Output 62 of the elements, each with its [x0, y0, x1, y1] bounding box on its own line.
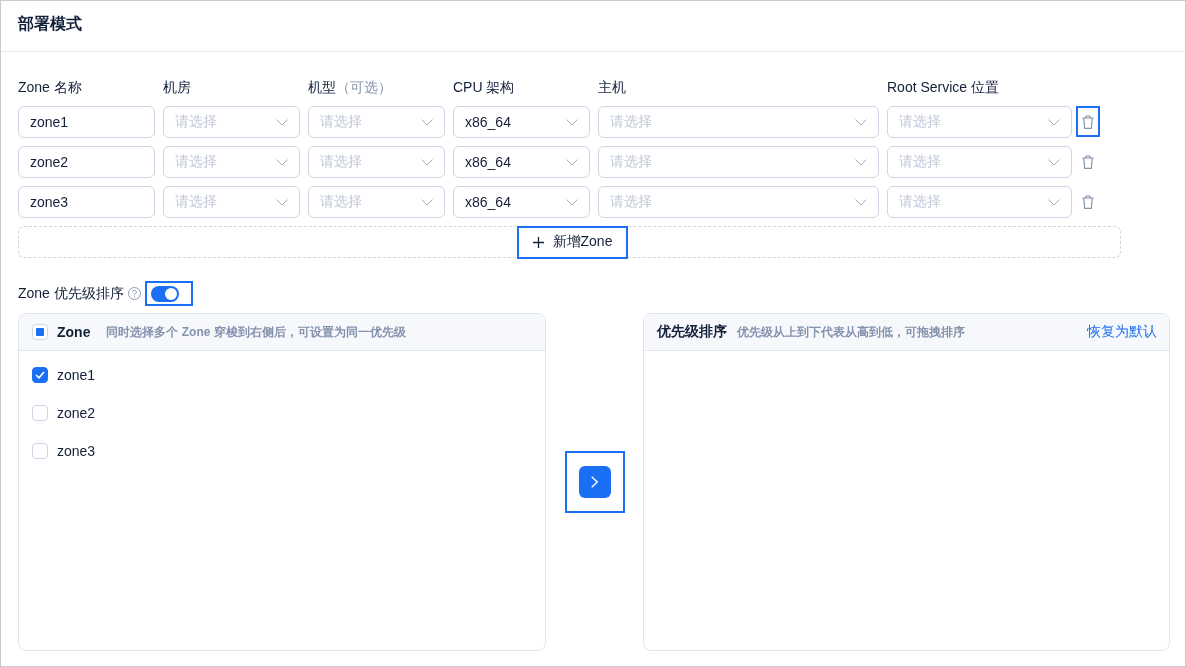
select-field[interactable]: 请选择 [887, 146, 1072, 178]
toggle-switch[interactable] [150, 285, 179, 302]
chevron-down-icon [421, 198, 433, 206]
select-field[interactable]: 请选择 [308, 106, 445, 138]
column-label: 机型 [308, 79, 336, 95]
select-field[interactable]: 请选择 [598, 186, 879, 218]
select-field[interactable]: x86_64 [453, 106, 590, 138]
trash-icon [1082, 194, 1094, 209]
reset-link[interactable]: 恢复为默认 [1087, 323, 1157, 341]
column-label: CPU 架构 [453, 79, 515, 95]
select-field[interactable]: 请选择 [598, 106, 879, 138]
panel-hint: 同时选择多个 Zone 穿梭到右侧后，可设置为同一优先级 [106, 323, 406, 341]
transfer-button[interactable] [578, 466, 611, 498]
optional-note: （可选） [336, 79, 392, 95]
text-input[interactable]: zone1 [18, 106, 155, 138]
chevron-down-icon [421, 118, 433, 126]
page-title: 部署模式 [18, 14, 82, 34]
chevron-down-icon [855, 198, 867, 206]
zone-list-item[interactable]: zone1 [57, 367, 96, 383]
select-field[interactable]: x86_64 [453, 146, 590, 178]
help-icon [127, 287, 141, 300]
select-field[interactable]: 请选择 [163, 106, 300, 138]
chevron-down-icon [566, 158, 578, 166]
select-field[interactable]: 请选择 [163, 146, 300, 178]
select-field[interactable]: 请选择 [163, 186, 300, 218]
zone-list-item[interactable]: zone2 [57, 405, 96, 421]
trash-icon [1082, 154, 1094, 169]
select-field[interactable]: 请选择 [308, 146, 445, 178]
column-label: Zone 名称 [18, 79, 82, 95]
column-label: 机房 [163, 79, 191, 95]
checkbox[interactable] [32, 367, 48, 383]
select-field[interactable]: x86_64 [453, 186, 590, 218]
add-zone-button[interactable]: 新增Zone [516, 225, 629, 259]
trash-icon [1082, 114, 1094, 129]
select-field[interactable]: 请选择 [887, 106, 1072, 138]
chevron-right-icon [591, 476, 598, 488]
chevron-down-icon [566, 118, 578, 126]
chevron-down-icon [276, 158, 288, 166]
chevron-down-icon [1048, 198, 1060, 206]
panel-title: Zone [57, 324, 91, 340]
panel-title: 优先级排序 [657, 323, 727, 341]
delete-button[interactable] [1076, 106, 1100, 137]
chevron-down-icon [276, 118, 288, 126]
column-label: Root Service 位置 [887, 79, 1000, 95]
chevron-down-icon [1048, 158, 1060, 166]
plus-icon [532, 236, 544, 248]
chevron-down-icon [421, 158, 433, 166]
chevron-down-icon [566, 198, 578, 206]
toggle-label: Zone 优先级排序 [18, 284, 124, 303]
zone-list-item[interactable]: zone3 [57, 443, 96, 459]
panel-hint: 优先级从上到下代表从高到低，可拖拽排序 [737, 323, 965, 341]
text-input[interactable]: zone3 [18, 186, 155, 218]
select-field[interactable]: 请选择 [598, 146, 879, 178]
chevron-down-icon [855, 118, 867, 126]
chevron-down-icon [276, 198, 288, 206]
select-field[interactable]: 请选择 [308, 186, 445, 218]
checkmark-icon [35, 371, 45, 379]
column-label: 主机 [598, 79, 626, 95]
chevron-down-icon [855, 158, 867, 166]
text-input[interactable]: zone2 [18, 146, 155, 178]
select-field[interactable]: 请选择 [887, 186, 1072, 218]
chevron-down-icon [1048, 118, 1060, 126]
